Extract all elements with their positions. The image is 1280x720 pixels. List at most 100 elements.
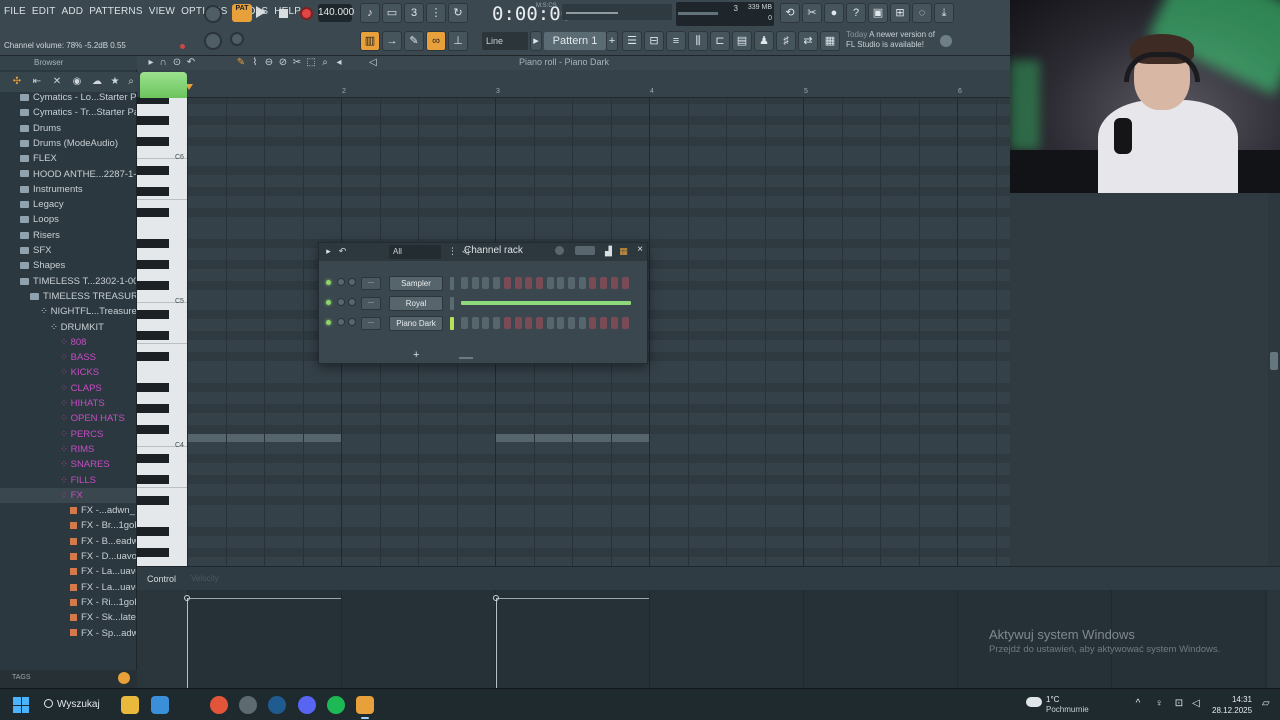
microphone-icon[interactable]: ●	[824, 3, 844, 23]
piano-icon[interactable]: ▥	[360, 31, 380, 51]
snap-select[interactable]: Line	[482, 32, 528, 50]
black-key[interactable]	[137, 496, 169, 505]
channel-row[interactable]: — Piano Dark	[319, 314, 647, 332]
step-button[interactable]	[610, 317, 618, 329]
play-button[interactable]	[256, 6, 266, 18]
sort-icon[interactable]: ✕	[50, 75, 64, 89]
black-key[interactable]	[137, 310, 169, 319]
mute-led[interactable]	[326, 320, 331, 325]
channel-rack-icon[interactable]: ≡	[666, 31, 686, 51]
tempo-tap-knob[interactable]	[230, 32, 244, 46]
browser-folder[interactable]: Legacy	[0, 197, 136, 212]
black-key[interactable]	[137, 548, 169, 557]
channel-name-button[interactable]: Sampler	[389, 276, 443, 291]
channel-select-toggle[interactable]	[450, 277, 454, 290]
step-button[interactable]	[525, 317, 533, 329]
volume-knob[interactable]	[348, 278, 356, 286]
pr-mute-icon[interactable]: ⊘	[277, 57, 289, 69]
countdown-icon[interactable]: 3	[404, 3, 424, 23]
graph-editor-icon[interactable]: ▟	[603, 246, 614, 257]
step-button[interactable]	[568, 277, 575, 289]
metronome-icon[interactable]: ♪	[360, 3, 380, 23]
step-button[interactable]	[578, 317, 586, 329]
news-icon[interactable]: ▦	[820, 31, 840, 51]
black-key[interactable]	[137, 475, 169, 484]
pr-select-icon[interactable]: ⬚	[305, 57, 317, 69]
channel-select-toggle[interactable]	[450, 297, 454, 310]
step-button[interactable]	[621, 317, 629, 329]
view-icon[interactable]: ◉	[70, 75, 84, 89]
velocity-stem[interactable]	[187, 598, 188, 688]
plugin-picker-icon[interactable]: ♟	[754, 31, 774, 51]
search-browser-icon[interactable]: ⌕	[124, 75, 138, 89]
channel-row[interactable]: — Royal	[319, 294, 647, 312]
pattern-select[interactable]: Pattern 1	[544, 32, 606, 50]
browser-folder[interactable]: ⁘ CLAPS	[0, 381, 136, 396]
pr-undo-icon[interactable]: ↶	[185, 57, 197, 69]
black-key[interactable]	[137, 137, 169, 146]
browser-folder[interactable]: FLEX	[0, 151, 136, 166]
project-icon[interactable]: ▤	[732, 31, 752, 51]
pr-magnet-icon[interactable]: ∩	[157, 57, 169, 69]
browser-folder[interactable]: SFX	[0, 243, 136, 258]
step-button[interactable]	[535, 317, 543, 329]
menu-add[interactable]: ADD	[62, 6, 84, 17]
tray-mic-icon[interactable]: ♀	[1153, 698, 1165, 710]
steam-icon[interactable]	[268, 696, 286, 714]
loop-record-icon[interactable]: ↻	[448, 3, 468, 23]
step-button[interactable]	[461, 317, 468, 329]
touch-keyboard-icon[interactable]: ♯	[776, 31, 796, 51]
pattern-song-toggle[interactable]: PAT	[232, 4, 252, 22]
pan-knob[interactable]	[337, 278, 345, 286]
step-button[interactable]	[557, 277, 565, 289]
collapse-icon[interactable]: ⇤	[30, 75, 44, 89]
save-icon[interactable]: ▣	[868, 3, 888, 23]
notification-icon[interactable]: ▱	[1262, 698, 1272, 712]
browser-folder[interactable]: ⁘ RIMS	[0, 442, 136, 457]
step-button[interactable]	[535, 277, 543, 289]
spotify-icon[interactable]	[327, 696, 345, 714]
pr-paint-icon[interactable]: ⌇	[249, 57, 261, 69]
step-button[interactable]	[493, 277, 501, 289]
pattern-add-icon[interactable]: +	[606, 31, 618, 51]
timeline-ruler[interactable]: 2 3 4 5 6	[137, 70, 1010, 98]
rack-undo-icon[interactable]: ↶	[337, 246, 348, 257]
volume-knob[interactable]	[348, 318, 356, 326]
browser-folder[interactable]: ⁘ DRUMKIT	[0, 320, 136, 335]
step-button[interactable]	[461, 277, 468, 289]
taskbar-clock[interactable]: 14:31 28.12.2025	[1212, 694, 1252, 716]
velocity-handle[interactable]	[184, 595, 190, 601]
arrow-right-icon[interactable]: →	[382, 31, 402, 51]
step-sequencer-icon[interactable]: ▦	[618, 246, 629, 257]
black-key[interactable]	[137, 187, 169, 196]
store-icon[interactable]	[151, 696, 169, 714]
cloud-icon[interactable]: ☁	[90, 75, 104, 89]
download-icon[interactable]: ⤓	[934, 3, 954, 23]
black-key[interactable]	[137, 425, 169, 434]
browser-folder[interactable]: ⁘ KICKS	[0, 365, 136, 380]
fl-studio-icon[interactable]	[356, 696, 374, 719]
browser-folder[interactable]: HOOD ANTHE...2287-1-001	[0, 167, 136, 182]
step-button[interactable]	[514, 277, 522, 289]
step-button[interactable]	[610, 277, 618, 289]
step-button[interactable]	[589, 277, 597, 289]
tempo-tap-icon[interactable]: ⇄	[798, 31, 818, 51]
black-key[interactable]	[137, 331, 169, 340]
mixer-track-select[interactable]: —	[361, 297, 381, 310]
record-button[interactable]	[300, 7, 313, 20]
piano-keyboard[interactable]: C6 C5 C4	[137, 98, 187, 566]
black-key[interactable]	[137, 166, 169, 175]
step-button[interactable]	[546, 317, 554, 329]
mute-led[interactable]	[326, 300, 331, 305]
steps-counter[interactable]	[575, 246, 595, 255]
network-icon[interactable]: ⊡	[1173, 698, 1185, 710]
piano-roll-icon[interactable]: ⊟	[644, 31, 664, 51]
menu-file[interactable]: FILE	[4, 6, 26, 17]
browser-icon[interactable]: ⊏	[710, 31, 730, 51]
pencil-icon[interactable]: ✎	[404, 31, 424, 51]
pr-playback-icon[interactable]: ◂	[333, 57, 345, 69]
chrome-icon[interactable]	[239, 696, 257, 714]
help-icon[interactable]: ?	[846, 3, 866, 23]
step-button[interactable]	[493, 317, 501, 329]
channel-select-toggle[interactable]	[450, 317, 454, 330]
